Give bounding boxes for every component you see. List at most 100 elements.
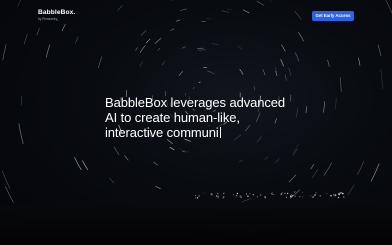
city-light — [301, 192, 303, 193]
hero-line-3: interactive communi — [105, 125, 305, 140]
city-light — [337, 196, 340, 199]
city-light — [203, 192, 205, 194]
city-light — [249, 193, 251, 195]
city-light — [291, 194, 292, 196]
city-light — [314, 194, 316, 196]
star-trail — [305, 106, 308, 113]
city-light — [245, 193, 247, 194]
city-light — [326, 193, 328, 194]
city-light — [312, 196, 315, 198]
hero-typing-text: BabbleBox leverages advanced AI to creat… — [105, 95, 305, 140]
city-light — [311, 196, 313, 198]
city-light — [342, 192, 344, 195]
star-trail — [358, 57, 361, 66]
city-light — [240, 196, 242, 198]
city-light — [330, 195, 332, 197]
star-trail — [157, 47, 161, 51]
city-light — [284, 192, 286, 194]
city-light — [294, 195, 296, 197]
city-light — [210, 193, 212, 195]
city-light — [343, 196, 345, 198]
star-trail — [274, 67, 277, 72]
star-trail — [339, 77, 342, 92]
city-light — [223, 192, 225, 194]
city-light — [319, 195, 321, 197]
city-light — [196, 197, 199, 199]
city-light — [218, 193, 220, 194]
hero-line-2: AI to create human-like, — [105, 110, 240, 125]
city-light — [211, 195, 213, 196]
star-trail — [196, 47, 204, 50]
brand-logo[interactable]: BabbleBox. by Pleasantry_ — [38, 9, 76, 21]
star-trail — [284, 74, 287, 81]
city-light — [294, 191, 296, 193]
city-light — [198, 195, 200, 197]
star-trail — [377, 44, 382, 57]
city-light — [271, 192, 273, 194]
city-light — [334, 195, 336, 197]
star-trail — [239, 69, 244, 75]
star-trail — [139, 45, 146, 53]
star-trail — [2, 44, 7, 61]
star-trail — [210, 72, 215, 74]
hero-line-1: BabbleBox leverages advanced — [105, 95, 286, 110]
city-light — [256, 196, 258, 198]
get-early-access-button[interactable]: Get Early Access — [312, 11, 354, 21]
brand-name: BabbleBox. — [38, 9, 76, 16]
city-light — [338, 193, 340, 196]
city-light — [310, 195, 311, 197]
star-trail — [198, 81, 201, 83]
city-light — [194, 195, 196, 196]
star-trail — [281, 44, 286, 52]
city-light — [292, 195, 294, 197]
city-light — [271, 193, 273, 195]
city-light — [340, 192, 343, 194]
city-light — [333, 194, 335, 196]
city-light — [260, 194, 262, 196]
city-light — [222, 196, 225, 198]
city-light — [247, 195, 249, 197]
typing-caret — [219, 127, 221, 138]
star-trail — [145, 38, 151, 44]
city-light — [315, 193, 317, 195]
city-light — [315, 192, 317, 193]
city-light — [272, 193, 274, 196]
city-light — [217, 193, 218, 195]
star-trail — [98, 56, 103, 69]
landing-page: BabbleBox. by Pleasantry_ Get Early Acce… — [0, 0, 392, 245]
star-trail — [323, 101, 325, 113]
star-trail — [139, 61, 143, 67]
city-light — [236, 192, 239, 195]
star-trail — [166, 139, 173, 144]
city-light — [281, 192, 283, 194]
city-light — [302, 196, 304, 198]
star-trail — [253, 86, 255, 91]
city-light — [215, 195, 218, 197]
star-trail — [181, 46, 187, 49]
city-light — [194, 197, 196, 199]
star-trail — [327, 59, 330, 67]
city-light — [236, 195, 238, 197]
star-trail — [135, 47, 138, 51]
star-trail — [380, 69, 383, 90]
city-light — [217, 197, 219, 199]
star-trail — [169, 146, 175, 151]
star-trail — [288, 67, 291, 76]
city-light — [299, 196, 301, 198]
star-trail — [335, 97, 337, 110]
city-light — [339, 192, 341, 194]
city-light — [285, 196, 288, 198]
city-light — [252, 193, 254, 196]
star-trail — [178, 71, 184, 76]
star-trail — [298, 32, 304, 42]
star-trail — [280, 59, 284, 67]
city-light — [246, 193, 248, 195]
star-trail — [147, 38, 151, 42]
star-trail — [18, 123, 24, 144]
city-light — [239, 195, 241, 197]
city-light — [280, 193, 283, 195]
city-light — [217, 196, 219, 198]
star-trail — [192, 86, 195, 90]
star-trail — [262, 69, 266, 76]
city-light — [211, 193, 213, 195]
